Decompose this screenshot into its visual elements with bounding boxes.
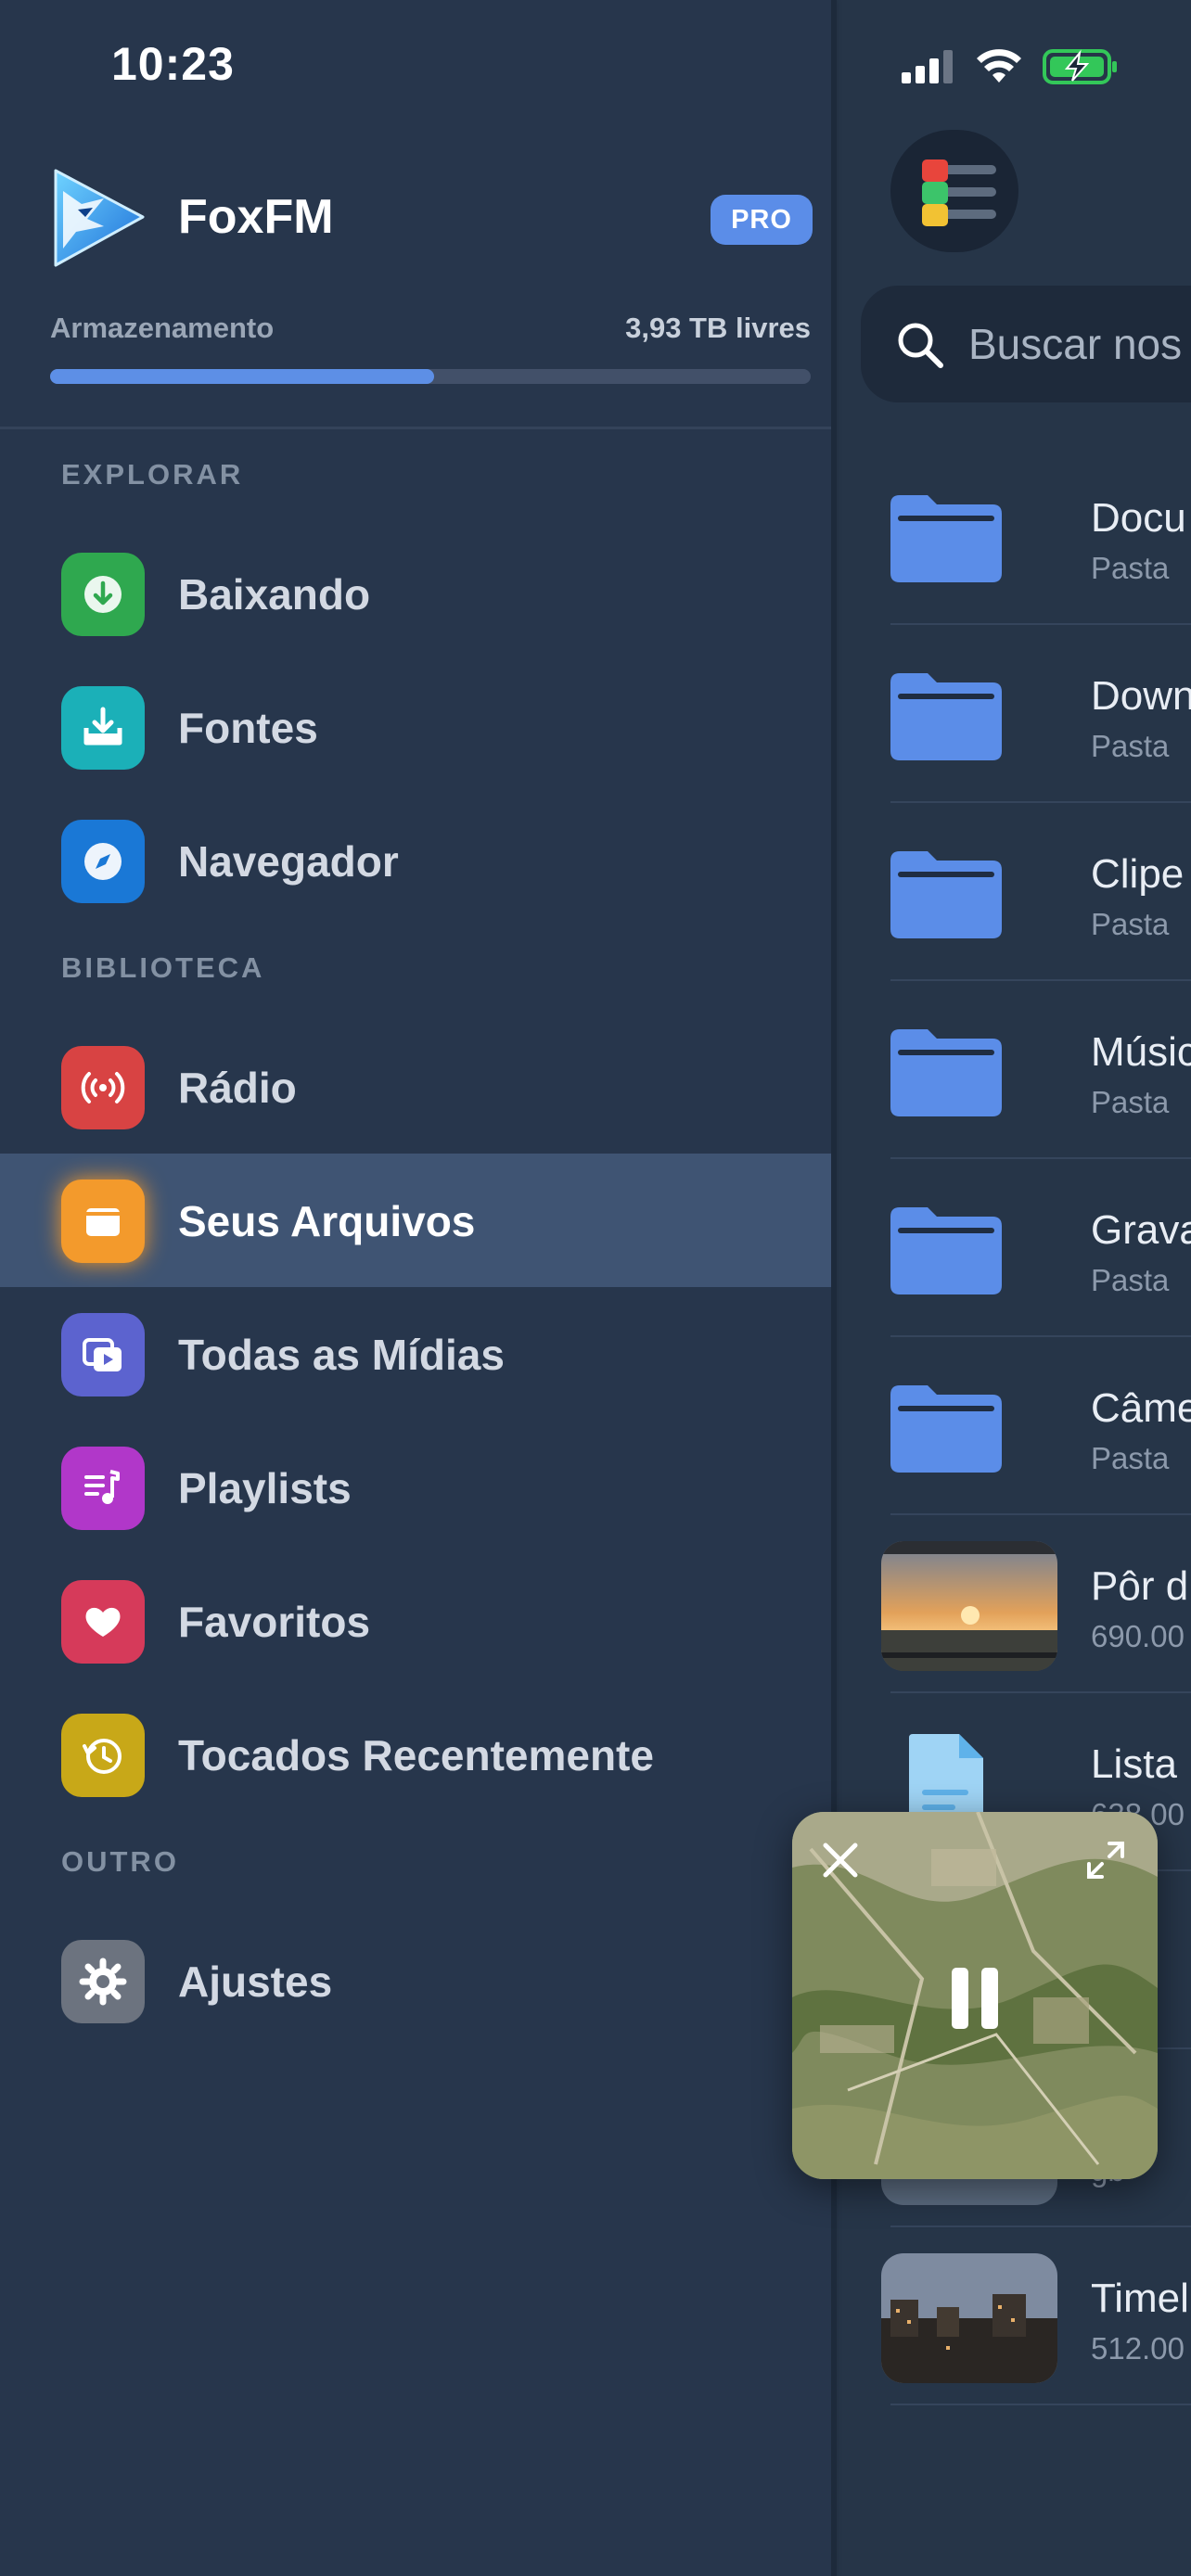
pane-divider — [831, 0, 837, 2576]
file-name: Clipe — [1091, 851, 1185, 897]
file-detail: 512.00 — [1091, 2331, 1185, 2366]
file-name: Pôr d — [1091, 1563, 1189, 1609]
file-browser-pane: Buscar nos Docu Pasta Down Pasta Clipe Pasta M… — [835, 0, 1191, 2576]
heart-icon — [61, 1580, 145, 1664]
sidebar-item-favoritos[interactable]: Favoritos — [0, 1554, 831, 1688]
file-row[interactable]: Pôr d 690.00 — [835, 1515, 1191, 1693]
folder-icon — [61, 1180, 145, 1263]
file-name: Grava — [1091, 1207, 1191, 1253]
video-thumbnail — [881, 1541, 1057, 1671]
folder-row[interactable]: Câme Pasta — [835, 1337, 1191, 1515]
row-divider — [890, 2404, 1191, 2405]
folder-icon — [890, 1026, 1002, 1121]
file-name: Músic — [1091, 1029, 1191, 1075]
search-placeholder: Buscar nos — [968, 320, 1183, 368]
sidebar-item-ajustes[interactable]: Ajustes — [0, 1914, 831, 2047]
sidebar-drawer: 10:23 FoxFM PRO Armazenamento 3,93 TB li… — [0, 0, 831, 2576]
search-field[interactable]: Buscar nos — [861, 286, 1191, 402]
folder-icon — [890, 491, 1002, 587]
section-header: BIBLIOTECA — [61, 951, 265, 984]
sidebar-item-label: Rádio — [178, 1064, 297, 1112]
file-detail: Pasta — [1091, 907, 1170, 941]
file-row[interactable]: Timel 512.00 — [835, 2227, 1191, 2405]
menu-green-marker — [922, 182, 948, 204]
cellular-signal-icon — [902, 50, 953, 83]
folder-row[interactable]: Grava Pasta — [835, 1159, 1191, 1337]
menu-red-marker — [922, 159, 948, 182]
storage-label: Armazenamento — [50, 312, 275, 344]
file-detail: Pasta — [1091, 729, 1170, 763]
sidebar-item-tocados-recentemente[interactable]: Tocados Recentemente — [0, 1688, 831, 1821]
playlist-icon — [61, 1447, 145, 1530]
foxfm-logo-icon — [54, 169, 145, 267]
storage-bar-fill — [50, 369, 435, 384]
file-detail: Pasta — [1091, 1441, 1170, 1475]
folder-row[interactable]: Músic Pasta — [835, 981, 1191, 1159]
folder-icon — [890, 1204, 1002, 1299]
pause-icon[interactable] — [948, 1966, 1002, 2031]
sidebar-item-playlists[interactable]: Playlists — [0, 1421, 831, 1554]
file-detail: 690.00 — [1091, 1619, 1185, 1653]
pro-badge[interactable]: PRO — [711, 195, 813, 245]
section-header: EXPLORAR — [61, 458, 244, 491]
sidebar-item-navegador[interactable]: Navegador — [0, 794, 831, 927]
close-icon[interactable] — [820, 1840, 861, 1881]
file-name: Lista — [1091, 1741, 1177, 1787]
folder-row[interactable]: Docu Pasta — [835, 447, 1191, 625]
folder-row[interactable]: Clipe Pasta — [835, 803, 1191, 981]
media-stack-icon — [61, 1313, 145, 1396]
sidebar-item-label: Playlists — [178, 1464, 352, 1512]
file-detail: Pasta — [1091, 1263, 1170, 1297]
file-detail: Pasta — [1091, 551, 1170, 585]
inbox-download-icon — [61, 686, 145, 770]
sidebar-item-label: Tocados Recentemente — [178, 1731, 654, 1779]
history-clock-icon — [61, 1714, 145, 1797]
section-header: OUTRO — [61, 1845, 179, 1878]
sidebar-item-seus-arquivos[interactable]: Seus Arquivos — [0, 1154, 831, 1287]
sidebar-item-label: Todas as Mídias — [178, 1331, 505, 1379]
download-icon — [61, 553, 145, 636]
file-name: Down — [1091, 673, 1191, 719]
video-thumbnail — [881, 2253, 1057, 2383]
folder-icon — [890, 670, 1002, 765]
sidebar-item-label: Ajustes — [178, 1958, 333, 2006]
sidebar-item-label: Favoritos — [178, 1598, 371, 1646]
file-name: Timel — [1091, 2276, 1189, 2321]
mini-video-player[interactable] — [792, 1812, 1158, 2179]
folder-row[interactable]: Down Pasta — [835, 625, 1191, 803]
gear-icon — [61, 1940, 145, 2023]
battery-charging-icon — [1043, 49, 1117, 84]
folder-icon — [890, 848, 1002, 943]
file-name: Câme — [1091, 1385, 1191, 1431]
app-title: FoxFM — [178, 190, 334, 244]
sidebar-item-radio[interactable]: Rádio — [0, 1020, 831, 1154]
compass-icon — [61, 820, 145, 903]
drawer-divider — [0, 427, 831, 429]
sidebar-item-label: Fontes — [178, 704, 318, 752]
folder-icon — [890, 1382, 1002, 1477]
search-icon — [898, 323, 943, 368]
menu-yellow-marker — [922, 204, 948, 226]
file-name: Docu — [1091, 495, 1186, 541]
file-detail: Pasta — [1091, 1085, 1170, 1119]
sidebar-item-todas-as-midias[interactable]: Todas as Mídias — [0, 1287, 831, 1421]
sidebar-item-label: Seus Arquivos — [178, 1197, 476, 1245]
sidebar-item-label: Baixando — [178, 570, 371, 618]
sidebar-item-label: Navegador — [178, 837, 399, 886]
storage-free-space: 3,93 TB livres — [625, 312, 811, 344]
sidebar-toggle-button[interactable] — [890, 130, 1018, 252]
storage-bar — [50, 369, 811, 384]
wifi-icon — [977, 49, 1021, 83]
status-time: 10:23 — [111, 38, 235, 90]
expand-icon[interactable] — [1083, 1838, 1128, 1882]
sidebar-item-fontes[interactable]: Fontes — [0, 660, 831, 794]
status-indicators — [902, 48, 1119, 85]
sidebar-item-baixando[interactable]: Baixando — [0, 527, 831, 660]
radio-waves-icon — [61, 1046, 145, 1129]
